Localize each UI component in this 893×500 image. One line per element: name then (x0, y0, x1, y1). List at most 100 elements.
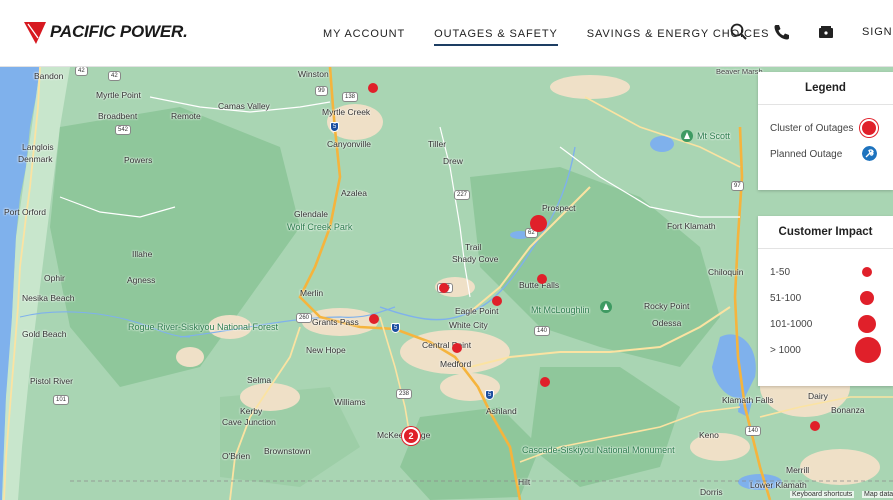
impact-item-label: > 1000 (770, 344, 801, 356)
place-label: Glendale (294, 209, 329, 219)
legend-item-label: Planned Outage (770, 148, 843, 160)
place-label: Klamath Falls (722, 395, 774, 405)
search-icon[interactable] (729, 22, 749, 42)
place-label: Odessa (652, 318, 682, 328)
impact-item-label: 1-50 (770, 266, 791, 278)
place-label: Myrtle Creek (322, 107, 371, 117)
place-label: Keno (699, 430, 719, 440)
place-label: Ophir (44, 273, 65, 283)
place-label: Shady Cove (452, 254, 499, 264)
outage-cluster-marker[interactable]: 2 (402, 427, 420, 445)
highway-shield: 140 (534, 326, 551, 336)
impact-item-over-1000: > 1000 (758, 337, 893, 363)
place-label: Bandon (34, 71, 64, 81)
highway-shield: 260 (296, 313, 313, 323)
map-data-link[interactable]: Map data (862, 491, 893, 498)
place-label: Agness (127, 275, 156, 285)
place-label: Dairy (808, 391, 828, 401)
place-label: Brownstown (264, 446, 311, 456)
place-label: Lower Klamath (750, 480, 807, 490)
outage-marker[interactable] (492, 296, 502, 306)
place-label: Rogue River-Siskiyou National Forest (128, 322, 279, 332)
place-label: Remote (171, 111, 201, 121)
impact-item-101-1000: 101-1000 (758, 311, 893, 337)
place-label: Merrill (786, 465, 810, 475)
place-label: Nesika Beach (22, 293, 75, 303)
place-label: Denmark (18, 154, 53, 164)
impact-dot-xlarge (855, 337, 881, 363)
impact-item-label: 51-100 (770, 292, 802, 304)
place-label: Camas Valley (218, 101, 270, 111)
place-label: Drew (443, 156, 463, 166)
place-label: Williams (334, 397, 366, 407)
outage-marker[interactable] (530, 215, 547, 232)
outage-marker[interactable] (368, 83, 378, 93)
place-label: Winston (298, 69, 329, 79)
logo-mark-icon (24, 22, 46, 44)
place-label: Broadbent (98, 111, 138, 121)
place-label: Medford (440, 359, 472, 369)
planned-outage-icon (862, 146, 877, 161)
place-label: Langlois (22, 142, 54, 152)
pacific-power-logo[interactable]: PACIFIC POWER. (24, 20, 188, 44)
place-label: Rocky Point (644, 301, 690, 311)
impact-item-51-100: 51-100 (758, 285, 893, 311)
highway-shield: 138 (342, 92, 359, 102)
legend-panel: Legend Cluster of Outages Planned Outage (758, 72, 893, 190)
outage-marker[interactable] (810, 421, 820, 431)
place-label: Canyonville (327, 139, 371, 149)
place-label: Hilt (518, 477, 531, 487)
outage-marker[interactable] (439, 283, 449, 293)
highway-shield: 227 (454, 190, 471, 200)
customer-impact-title: Customer Impact (758, 216, 893, 249)
sign-in-link[interactable]: SIGN IN (862, 26, 893, 38)
impact-item-label: 101-1000 (770, 318, 813, 330)
place-label: Myrtle Point (96, 90, 141, 100)
outage-marker[interactable] (537, 274, 547, 284)
legend-item-cluster: Cluster of Outages (758, 115, 893, 141)
place-label: Azalea (341, 188, 367, 198)
place-label: Trail (465, 242, 482, 252)
wallet-icon[interactable] (816, 22, 836, 42)
site-header: PACIFIC POWER. MY ACCOUNT OUTAGES & SAFE… (0, 0, 893, 67)
place-label: Mt Scott (697, 131, 731, 141)
phone-icon[interactable] (772, 22, 792, 42)
place-label: Port Orford (4, 207, 47, 217)
keyboard-shortcuts-link[interactable]: Keyboard shortcuts (790, 491, 855, 498)
outage-marker[interactable] (369, 314, 379, 324)
cluster-icon (860, 119, 878, 137)
impact-dot-medium (860, 291, 874, 305)
legend-item-planned: Planned Outage (758, 141, 893, 167)
nav-outages-safety[interactable]: OUTAGES & SAFETY (434, 0, 558, 67)
outage-marker[interactable] (452, 343, 462, 353)
place-label: Pistol River (30, 376, 73, 386)
highway-shield: 101 (53, 395, 70, 405)
impact-item-1-50: 1-50 (758, 259, 893, 285)
legend-title: Legend (758, 72, 893, 105)
outage-marker[interactable] (540, 377, 550, 387)
place-label: Chiloquin (708, 267, 744, 277)
place-label: O'Brien (222, 451, 251, 461)
highway-shield: 542 (115, 125, 132, 135)
place-label: Mt McLoughlin (531, 305, 590, 315)
highway-shield: 238 (396, 389, 413, 399)
place-label: Grants Pass (312, 317, 359, 327)
place-label: Beaver Marsh (716, 67, 763, 76)
highway-shield: 42 (75, 67, 88, 76)
place-label: Fort Klamath (667, 221, 716, 231)
place-label: Cave Junction (222, 417, 276, 427)
customer-impact-panel: Customer Impact 1-50 51-100 101-1000 > 1… (758, 216, 893, 386)
place-label: Kerby (240, 406, 263, 416)
brand-name: PACIFIC POWER. (50, 22, 188, 41)
nav-my-account[interactable]: MY ACCOUNT (323, 0, 405, 67)
place-label: Bonanza (831, 405, 865, 415)
highway-shield: 97 (731, 181, 744, 191)
place-label: Dorris (700, 487, 723, 497)
place-label: White City (449, 320, 488, 330)
place-label: Cascade-Siskiyou National Monument (522, 445, 675, 455)
place-label: Powers (124, 155, 153, 165)
impact-dot-small (862, 267, 872, 277)
place-label: Tiller (428, 139, 447, 149)
place-label: Central Point (422, 340, 472, 350)
legend-item-label: Cluster of Outages (770, 122, 854, 134)
